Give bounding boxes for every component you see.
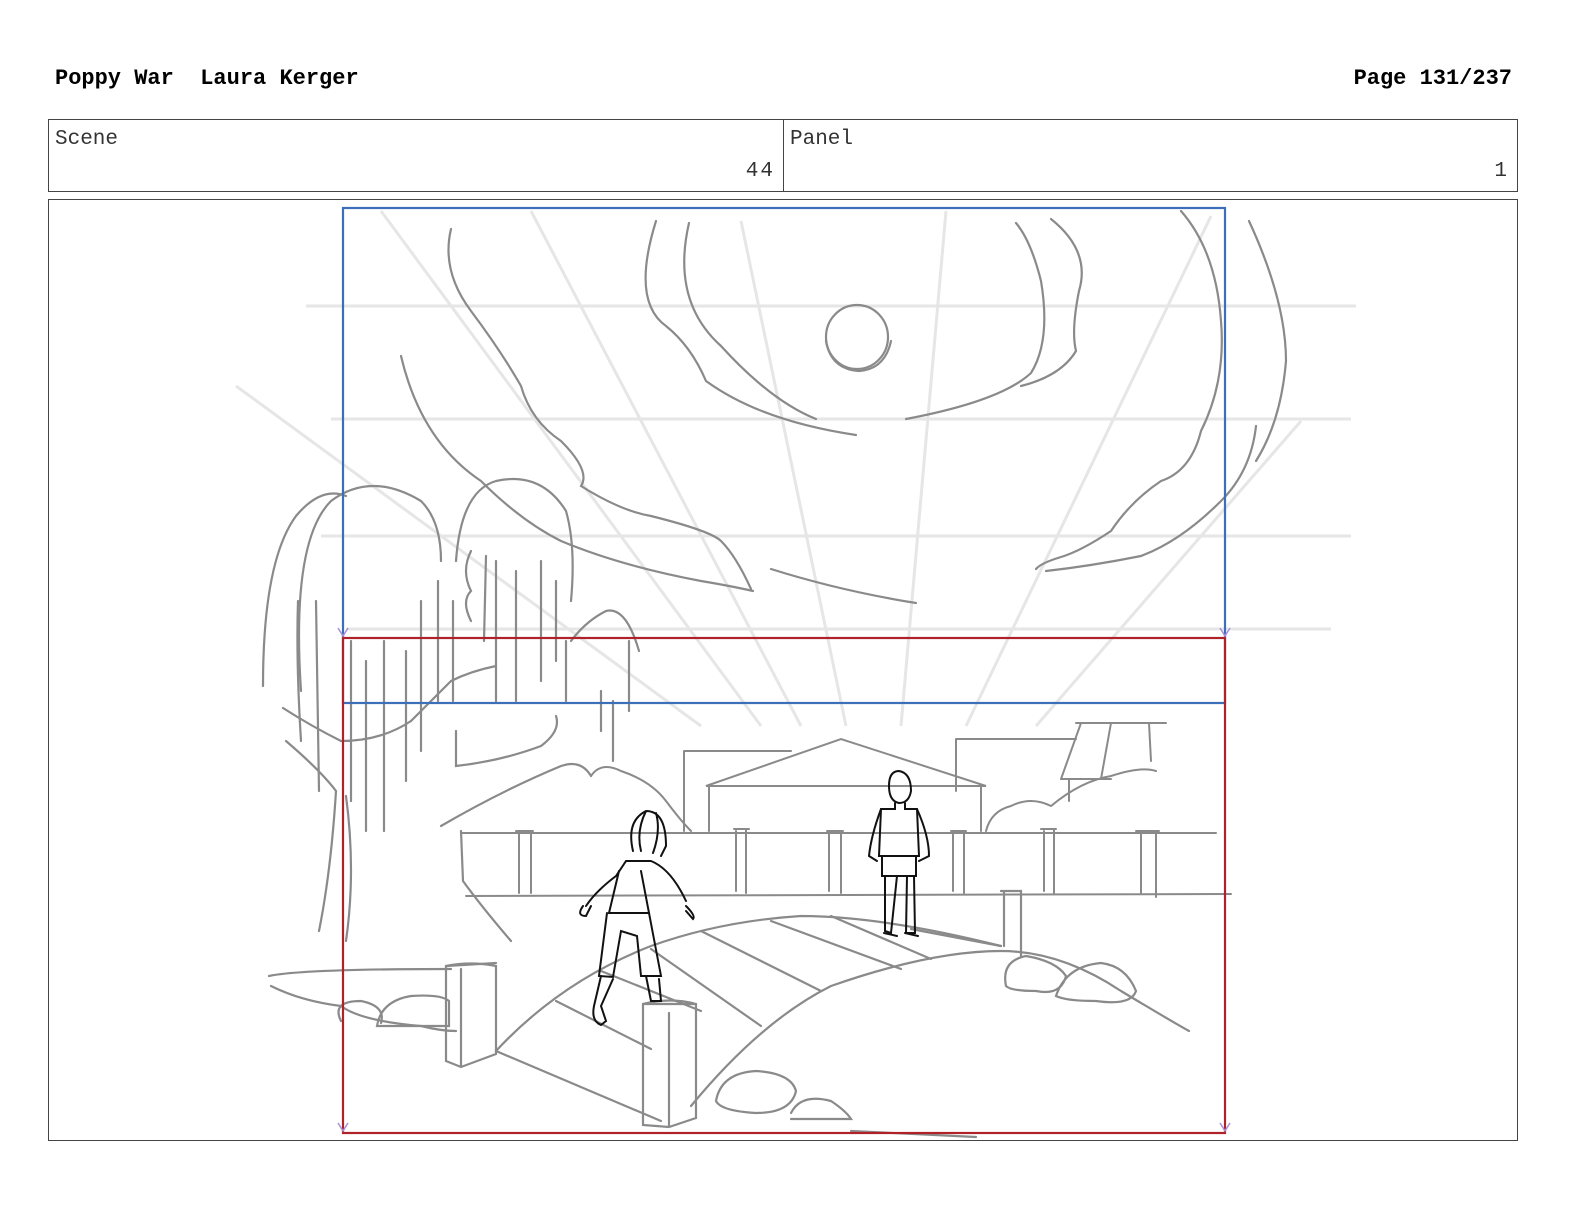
- panel-cell: Panel 1: [784, 120, 1517, 191]
- background-buildings: [460, 722, 1232, 898]
- character-girl: [579, 809, 695, 1027]
- panel-number: 1: [1494, 160, 1509, 183]
- storyboard-frame: [48, 199, 1518, 1141]
- camera-move-frames: [337, 206, 1231, 1135]
- panel-label: Panel: [790, 128, 854, 151]
- bridge-and-rocks: [267, 889, 1191, 1139]
- scene-cell: Scene 44: [49, 120, 784, 191]
- perspective-guides: [235, 210, 1356, 728]
- scene-number: 44: [745, 160, 775, 183]
- header-title: Poppy War Laura Kerger: [55, 66, 359, 91]
- camera-end-frame: [341, 636, 1227, 1135]
- storyboard-sketch: [235, 206, 1356, 1139]
- character-boy: [867, 769, 931, 937]
- project-title: Poppy War: [55, 66, 174, 91]
- cloud-swirl: [399, 209, 1288, 605]
- author-name: Laura Kerger: [200, 66, 359, 91]
- page-number: Page 131/237: [1353, 66, 1512, 91]
- scene-panel-info: Scene 44 Panel 1: [48, 119, 1518, 192]
- scene-label: Scene: [55, 128, 119, 151]
